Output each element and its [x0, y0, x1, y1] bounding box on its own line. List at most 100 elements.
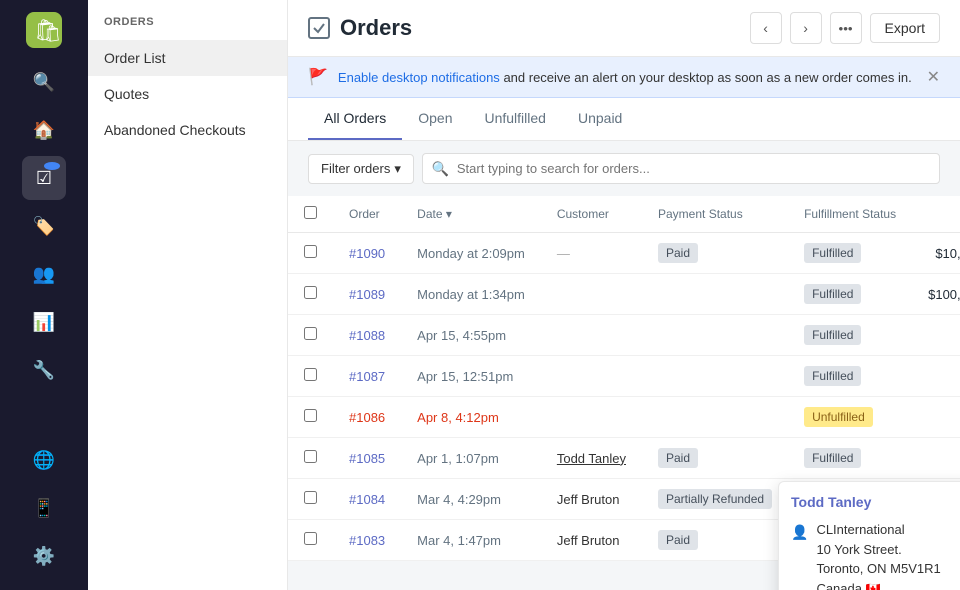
nav-back-button[interactable]: ‹	[750, 12, 782, 44]
row-checkbox[interactable]	[304, 327, 317, 340]
col-fulfillment: Fulfillment Status	[788, 196, 912, 233]
sidebar-icon-home[interactable]: 🏠	[22, 108, 66, 152]
page-title: Orders	[340, 15, 412, 41]
order-id-link[interactable]: #1089	[349, 287, 385, 302]
order-id-link[interactable]: #1087	[349, 369, 385, 384]
notification-text: Enable desktop notifications and receive…	[338, 70, 912, 85]
tab-open[interactable]: Open	[402, 98, 468, 140]
order-date: Mar 4, 1:47pm	[401, 520, 541, 561]
svg-text:🛍: 🛍	[34, 18, 62, 43]
nav-forward-button[interactable]: ›	[790, 12, 822, 44]
row-checkbox[interactable]	[304, 450, 317, 463]
popover-address1: 10 York Street.	[816, 540, 940, 560]
payment-badge: Partially Refunded	[658, 489, 772, 509]
sidebar-icon-apps[interactable]: 📱	[22, 486, 66, 530]
nav-item-order-list[interactable]: Order List	[88, 40, 287, 76]
order-total: $10,000.00	[912, 233, 960, 274]
order-date: Monday at 2:09pm	[401, 233, 541, 274]
customer-popover: Todd Tanley 👤 CLInternational 10 York St…	[778, 481, 960, 590]
shopify-logo[interactable]: 🛍	[26, 12, 62, 48]
row-checkbox[interactable]	[304, 286, 317, 299]
sidebar-icon-products[interactable]: 🏷️	[22, 204, 66, 248]
order-customer	[541, 315, 642, 356]
payment-badge: Paid	[658, 243, 698, 263]
order-total: $100,000.00	[912, 274, 960, 315]
nav-item-abandoned-checkouts[interactable]: Abandoned Checkouts	[88, 112, 287, 148]
payment-badge: Paid	[658, 530, 698, 550]
fulfillment-badge: Unfulfilled	[804, 407, 873, 427]
table-row: #1086 Apr 8, 4:12pm Unfulfilled $12.30	[288, 397, 960, 438]
fulfillment-badge: Fulfilled	[804, 448, 861, 468]
address-icon: 👤	[791, 522, 808, 543]
order-id-link[interactable]: #1090	[349, 246, 385, 261]
order-total: $1.00	[912, 315, 960, 356]
search-input[interactable]	[422, 153, 940, 184]
tabs: All Orders Open Unfulfilled Unpaid	[288, 98, 960, 141]
col-customer: Customer	[541, 196, 642, 233]
order-id-link[interactable]: #1088	[349, 328, 385, 343]
sidebar-icon-customers[interactable]: 👥	[22, 252, 66, 296]
row-checkbox[interactable]	[304, 245, 317, 258]
select-all-checkbox[interactable]	[304, 206, 317, 219]
col-order: Order	[333, 196, 401, 233]
tab-unfulfilled[interactable]: Unfulfilled	[468, 98, 561, 140]
sidebar-icon-marketing[interactable]: 🔧	[22, 348, 66, 392]
search-box: 🔍	[422, 153, 940, 184]
customer-link[interactable]: Todd Tanley	[557, 451, 626, 466]
order-date: Apr 8, 4:12pm	[401, 397, 541, 438]
order-customer	[541, 397, 642, 438]
export-button[interactable]: Export	[870, 13, 940, 43]
topbar-title-group: Orders	[308, 15, 412, 41]
nav-item-quotes[interactable]: Quotes	[88, 76, 287, 112]
orders-icon: ☑	[36, 168, 52, 189]
more-button[interactable]: •••	[830, 12, 862, 44]
order-date: Apr 15, 4:55pm	[401, 315, 541, 356]
notification-link[interactable]: Enable desktop notifications	[338, 70, 500, 85]
toolbar: Filter orders ▾ 🔍	[288, 141, 960, 196]
topbar: Orders ‹ › ••• Export	[288, 0, 960, 57]
row-checkbox[interactable]	[304, 368, 317, 381]
order-id-link[interactable]: #1084	[349, 492, 385, 507]
payment-badge: Paid	[658, 448, 698, 468]
row-checkbox[interactable]	[304, 532, 317, 545]
fulfillment-badge: Fulfilled	[804, 284, 861, 304]
order-date: Mar 4, 4:29pm	[401, 479, 541, 520]
order-customer	[541, 356, 642, 397]
notification-text-post: and receive an alert on your desktop as …	[503, 70, 911, 85]
order-customer: Jeff Bruton	[541, 479, 642, 520]
table-wrap: Order Date ▾ Customer Payment Status Ful…	[288, 196, 960, 561]
popover-address2: Toronto, ON M5V1R1	[816, 559, 940, 579]
sidebar-icon-orders[interactable]: ☑	[22, 156, 66, 200]
sidebar-icon-analytics[interactable]: 📊	[22, 300, 66, 344]
order-date: Apr 1, 1:07pm	[401, 438, 541, 479]
order-total: $1.13	[912, 356, 960, 397]
left-nav: ORDERS Order List Quotes Abandoned Check…	[88, 0, 288, 590]
notification-close-button[interactable]: ✕	[927, 67, 940, 87]
row-checkbox[interactable]	[304, 409, 317, 422]
orders-badge	[44, 162, 60, 170]
order-total: $1.00	[912, 438, 960, 479]
sidebar-icon-search[interactable]: 🔍	[22, 60, 66, 104]
tab-all-orders[interactable]: All Orders	[308, 98, 402, 140]
tab-unpaid[interactable]: Unpaid	[562, 98, 638, 140]
order-date: Apr 15, 12:51pm	[401, 356, 541, 397]
notification-flag-icon: 🚩	[308, 67, 328, 87]
fulfillment-badge: Fulfilled	[804, 325, 861, 345]
table-row: #1089 Monday at 1:34pm Fulfilled $100,00…	[288, 274, 960, 315]
order-id-link[interactable]: #1085	[349, 451, 385, 466]
col-date: Date ▾	[401, 196, 541, 233]
order-total: $12.30	[912, 397, 960, 438]
popover-customer-name: Todd Tanley	[791, 494, 960, 510]
orders-checkbox-icon	[308, 17, 330, 39]
canada-flag-icon: 🇨🇦	[866, 582, 881, 590]
sidebar-icon-settings[interactable]: ⚙️	[22, 534, 66, 578]
notification-bar: 🚩 Enable desktop notifications and recei…	[288, 57, 960, 98]
order-id-link[interactable]: #1083	[349, 533, 385, 548]
row-checkbox[interactable]	[304, 491, 317, 504]
table-row: #1090 Monday at 2:09pm — Paid Fulfilled …	[288, 233, 960, 274]
table-row: #1085 Apr 1, 1:07pm Todd Tanley Paid Ful…	[288, 438, 960, 479]
popover-address-row: 👤 CLInternational 10 York Street. Toront…	[791, 520, 960, 590]
filter-button[interactable]: Filter orders ▾	[308, 154, 414, 184]
sidebar-icon-online-store[interactable]: 🌐	[22, 438, 66, 482]
order-id-link[interactable]: #1086	[349, 410, 385, 425]
